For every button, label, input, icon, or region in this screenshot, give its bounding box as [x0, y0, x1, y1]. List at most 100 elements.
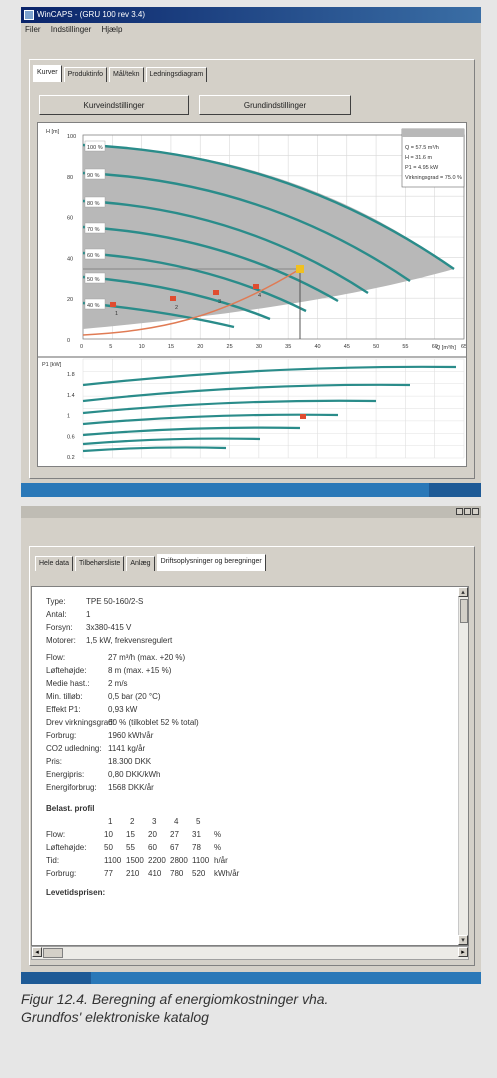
scroll-up-icon[interactable]: ▴ [458, 587, 468, 597]
info-value: 0,93 kW [108, 705, 138, 714]
maximize-icon[interactable] [464, 508, 471, 515]
tab-wiring[interactable]: Ledningsdiagram [145, 67, 208, 82]
y-tick-label: 0 [67, 338, 70, 344]
y-tick-label: 40 [67, 256, 73, 262]
tab-product-info[interactable]: Produktinfo [63, 67, 108, 82]
info-label: Forsyn: [46, 623, 73, 632]
info-value: 1960 kWh/år [108, 731, 154, 740]
legend-flow: Q = 57.5 m³/h [405, 145, 439, 151]
figure-caption: Figur 12.4. Beregning af energiomkostnin… [21, 990, 491, 1026]
profile-col: 1 [108, 817, 113, 826]
power-curve [82, 446, 227, 453]
curve-tabs: Kurver Produktinfo Mål/tekn Ledningsdiag… [33, 65, 208, 82]
x-tick-label: 65 [461, 344, 466, 350]
legend-header [402, 129, 464, 137]
tab-accessories[interactable]: Tilbehørsliste [74, 556, 125, 571]
operating-area [83, 145, 454, 329]
tab-all-data[interactable]: Hele data [35, 556, 73, 571]
info-window: Hele data Tilbehørsliste Anlæg Driftsopl… [21, 506, 481, 984]
profile-cell: % [214, 830, 222, 839]
curve-settings-button[interactable]: Kurveindstillinger [39, 95, 189, 115]
duty-point-label: 3 [218, 299, 221, 305]
close-icon[interactable] [472, 508, 479, 515]
profile-cell: 20 [148, 830, 157, 839]
profile-cell: 50 [104, 843, 113, 852]
info-label: Min. tilløb: [46, 692, 83, 701]
h-scroll-thumb[interactable] [43, 948, 63, 958]
curve-label: 100 % [87, 145, 103, 151]
pump-curve-svg: 1234 100 %90 %80 %70 %60 %50 %40 % 0 5 10 1… [38, 128, 467, 461]
power-curve [82, 437, 261, 446]
info-row: Forsyn: 3x380-415 V [46, 623, 131, 632]
profile-cell: kWh/år [214, 869, 240, 878]
curve-label: 80 % [87, 201, 100, 207]
profile-cell: 10 [104, 830, 113, 839]
scroll-thumb[interactable] [460, 599, 468, 623]
info-label: Løftehøjde: [46, 666, 87, 675]
profile-row: Løftehøjde: 50 55 60 67 78% [46, 843, 221, 852]
y-tick-label-bottom: 1.8 [67, 372, 75, 378]
menu-help[interactable]: Hjælp [102, 25, 123, 34]
scroll-right-icon[interactable]: ▸ [458, 947, 468, 957]
info-row: Pris: 18.300 DKK [46, 757, 151, 766]
x-tick-label: 40 [314, 344, 320, 350]
profile-cell: 67 [170, 843, 179, 852]
info-row: Effekt P1: 0,93 kW [46, 705, 137, 714]
duty-point [110, 302, 116, 307]
y-axis-label-top: H [m] [46, 129, 60, 135]
info-row: Løftehøjde: 8 m (max. +15 %) [46, 666, 171, 675]
info-row: Levetidsprisen: [46, 888, 105, 897]
curve-label: 70 % [87, 227, 100, 233]
info-content: ▴ ▾ Type: TPE 50-160/2-S Antal: 1 Forsyn: 3x3… [31, 586, 469, 946]
profile-cell: 520 [192, 869, 206, 878]
x-tick-label: 0 [80, 344, 83, 350]
menu-bar: Filer Indstillinger Hjælp [21, 23, 481, 37]
operating-point[interactable] [296, 265, 304, 273]
info-row: Energipris: 0,80 DKK/kWh [46, 770, 160, 779]
curve-label: 40 % [87, 303, 100, 309]
vertical-scrollbar[interactable]: ▴ ▾ [458, 587, 468, 945]
start-area[interactable] [21, 972, 91, 984]
info-label: Type: [46, 597, 66, 606]
info-label: Energiforbrug: [46, 783, 97, 792]
pump-curve-chart: 1234 100 % 90 % 80 % 70 % 60 % 50 % 40 % 0 5 10 1… [37, 122, 467, 467]
info-value: 27 m³/h (max. +20 %) [108, 653, 186, 662]
profile-cell: h/år [214, 856, 228, 865]
info-value: 18.300 DKK [108, 757, 152, 766]
app-icon [24, 10, 34, 20]
info-label: Forbrug: [46, 869, 77, 878]
info-label: Pris: [46, 757, 62, 766]
menu-settings[interactable]: Indstillinger [51, 25, 91, 34]
basic-settings-button[interactable]: Grundindstillinger [199, 95, 351, 115]
profile-row: Tid: 1100 1500 2200 2800 1100 h/år [46, 856, 228, 865]
minimize-icon[interactable] [456, 508, 463, 515]
tab-operation-calc[interactable]: Driftsoplysninger og beregninger [156, 554, 266, 571]
duty-point-label: 4 [258, 293, 261, 299]
profile-cell: 55 [126, 843, 135, 852]
info-row: Energiforbrug: 1568 DKK/år [46, 783, 154, 792]
tab-curves[interactable]: Kurver [33, 65, 62, 82]
info-row: Min. tilløb: 0,5 bar (20 °C) [46, 692, 161, 701]
info-label: Antal: [46, 610, 67, 619]
scroll-left-icon[interactable]: ◂ [32, 947, 42, 957]
info-row: Medie hast.: 2 m/s [46, 679, 128, 688]
info-row: Drev virkningsgrad: 60 % (tilkoblet 52 % … [46, 718, 199, 727]
menu-file[interactable]: Filer [25, 25, 41, 34]
profile-cell: 78 [192, 843, 201, 852]
tab-dimensions[interactable]: Mål/tekn [109, 67, 144, 82]
profile-cell: % [214, 843, 222, 852]
profile-cell: 2800 [170, 856, 188, 865]
info-value: 0,80 DKK/kWh [108, 770, 161, 779]
info-row: Belast. profil [46, 804, 94, 813]
profile-cell: 31 [192, 830, 201, 839]
info-value: 3x380-415 V [86, 623, 132, 632]
info-label: Tid: [46, 856, 60, 865]
profile-row: Forbrug: 77 210 410 780 520 kWh/år [46, 869, 239, 878]
info-value: 1 [86, 610, 91, 619]
duty-point [170, 296, 176, 301]
y-tick-label: 100 [67, 134, 76, 140]
y-tick-label: 20 [67, 297, 73, 303]
tab-installation[interactable]: Anlæg [126, 556, 155, 571]
scroll-down-icon[interactable]: ▾ [458, 935, 468, 945]
horizontal-scrollbar[interactable]: ◂ ▸ [31, 946, 469, 960]
